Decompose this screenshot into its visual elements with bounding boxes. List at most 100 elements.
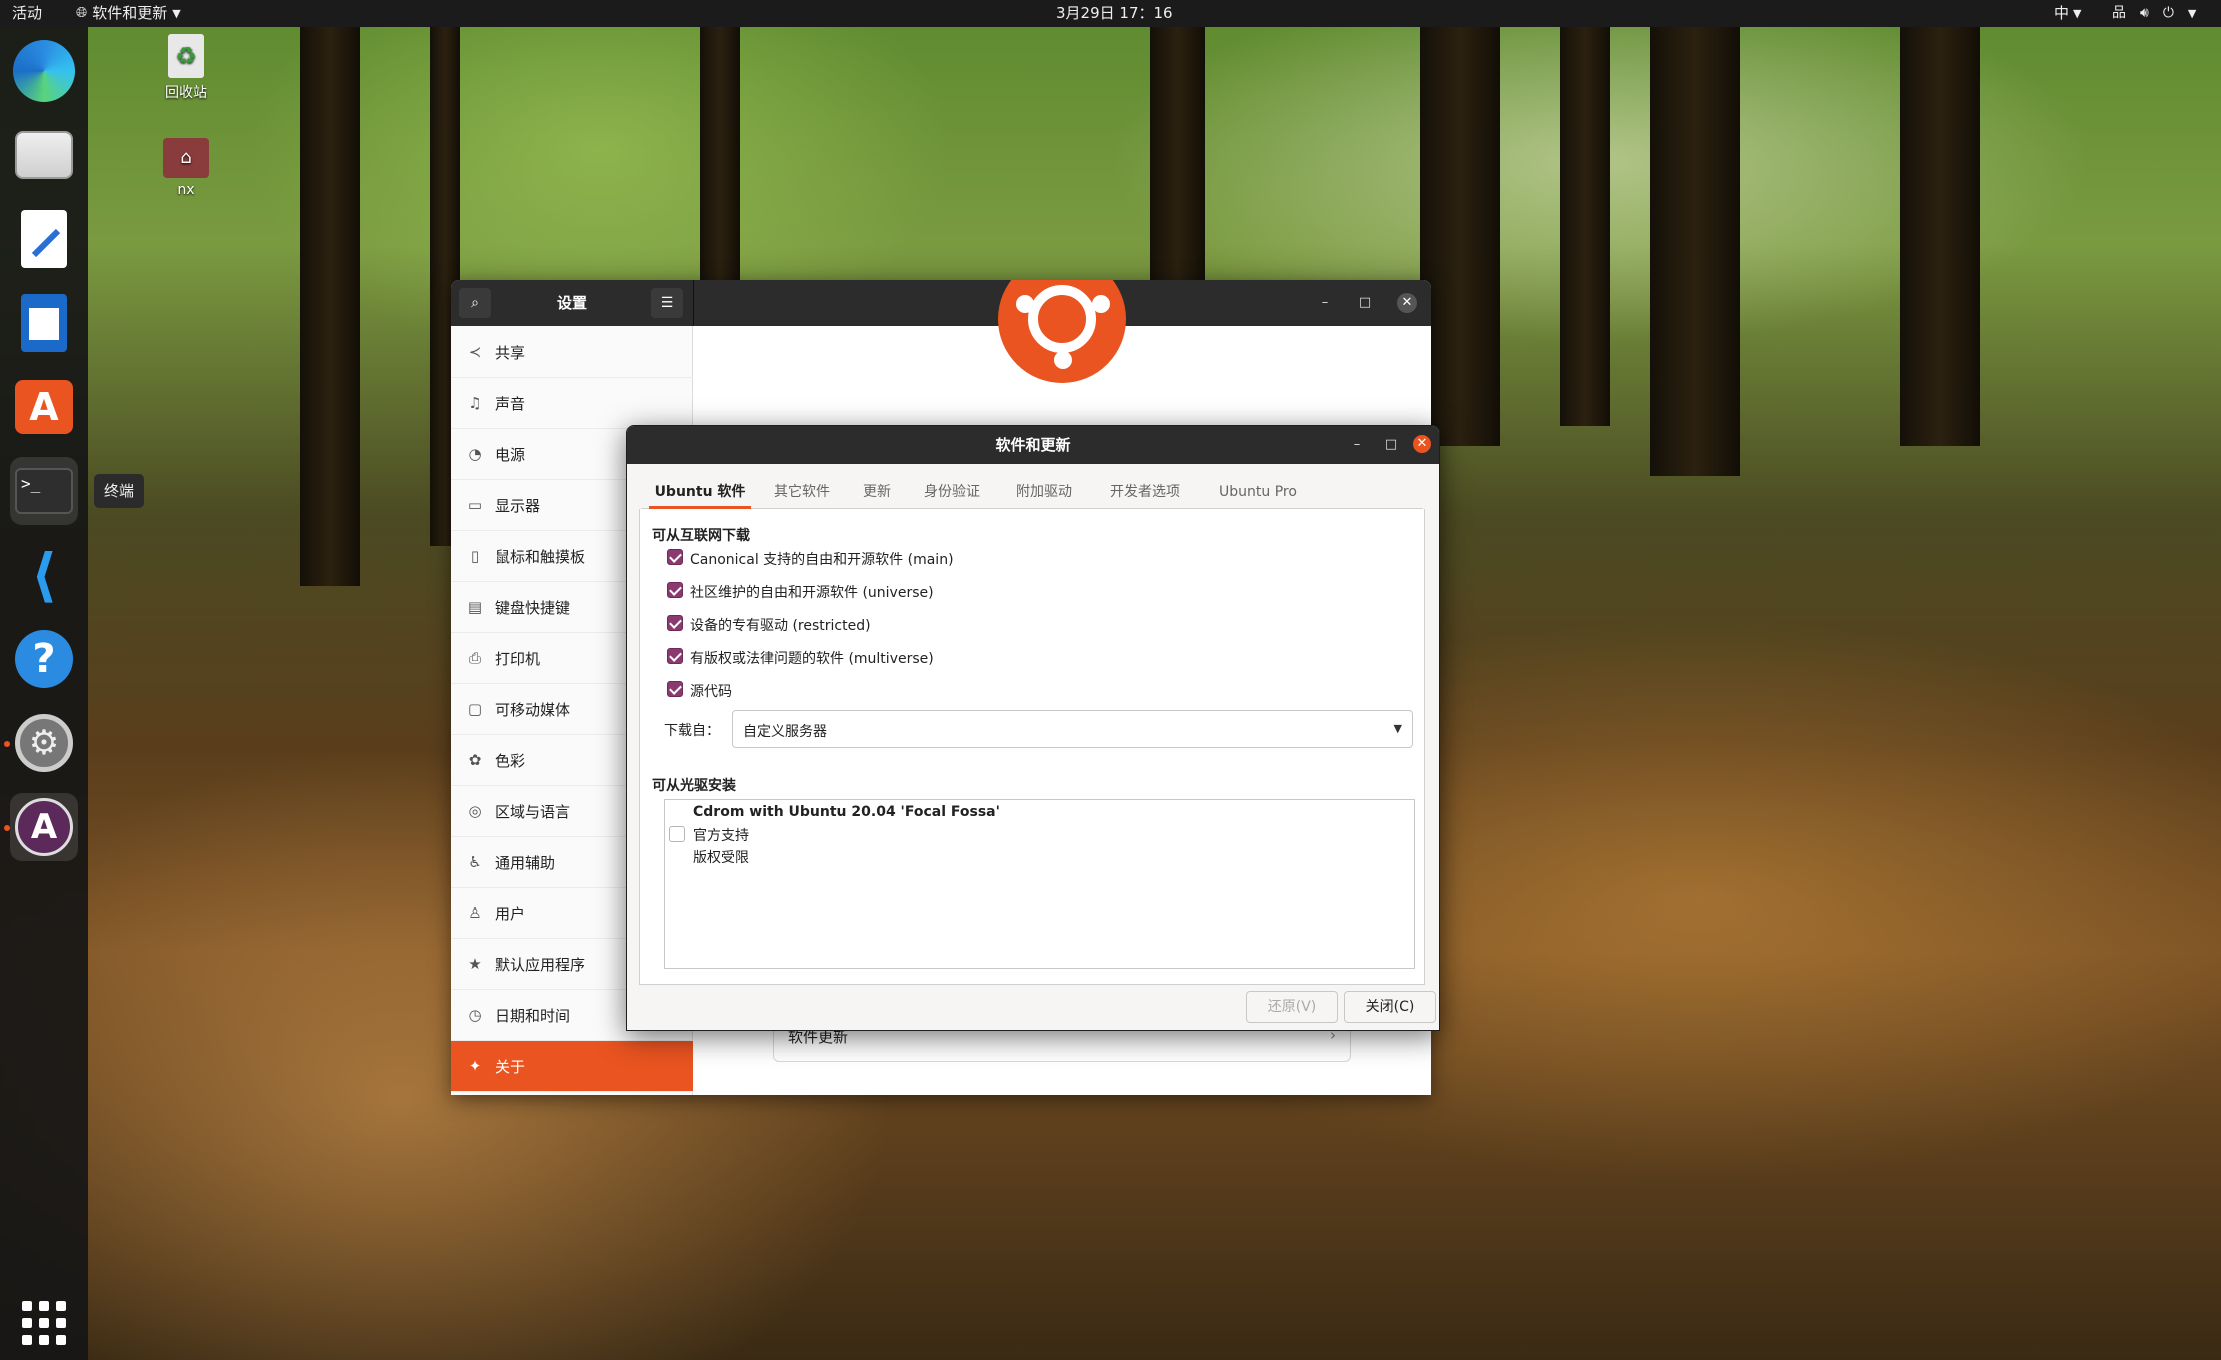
power-icon: ◔ xyxy=(468,445,482,463)
volume-icon: 🔊︎ xyxy=(2140,5,2149,21)
files-icon[interactable] xyxy=(10,121,78,189)
clock-icon: ◷ xyxy=(468,1006,482,1024)
app-menu[interactable]: 🌐︎ 软件和更新 ▼ xyxy=(76,0,181,27)
caret-down-icon: ▼ xyxy=(2187,7,2197,20)
trash-icon: ♻ xyxy=(168,34,204,78)
help-icon[interactable]: ? xyxy=(10,625,78,693)
sidebar-item-0[interactable]: ≺ 共享 xyxy=(451,327,693,378)
maximize-button[interactable]: □ xyxy=(1355,293,1375,313)
sidebar-item-14[interactable]: ✦ 关于 xyxy=(451,1041,693,1092)
vscode-icon[interactable]: ⟨ xyxy=(10,541,78,609)
sidebar-item-label: 声音 xyxy=(495,394,526,413)
sidebar-item-label: 共享 xyxy=(495,343,526,362)
cdrom-section-heading: 可从光驱安装 xyxy=(652,778,736,794)
sidebar-item-label: 可移动媒体 xyxy=(495,700,571,719)
power-icon: ⏻ xyxy=(2162,5,2174,21)
minimize-button[interactable]: – xyxy=(1315,293,1335,313)
source-universe-checkbox[interactable] xyxy=(667,582,683,598)
text-editor-icon[interactable] xyxy=(10,205,78,273)
printer-icon: ⎙ xyxy=(468,649,481,667)
top-bar: 活动 🌐︎ 软件和更新 ▼ 3月29日 17：16 中 ▼ 品 🔊︎ ⏻ ▼ xyxy=(0,0,2221,27)
tab-updates[interactable]: 更新 xyxy=(853,476,901,509)
menu-button[interactable]: ☰ xyxy=(651,288,683,318)
search-icon: ⌕ xyxy=(471,295,479,311)
activities-button[interactable]: 活动 xyxy=(12,0,42,27)
mouse-icon: ▯ xyxy=(470,547,480,565)
tab-ubuntu-software[interactable]: Ubuntu 软件 xyxy=(649,476,751,509)
software-store-icon[interactable]: A xyxy=(10,373,78,441)
user-icon: ♙ xyxy=(468,904,482,922)
dock: A >_ ⟨ ? ⚙ A xyxy=(0,27,88,1360)
source-multiverse-checkbox[interactable] xyxy=(667,648,683,664)
input-method-indicator[interactable]: 中 ▼ xyxy=(2054,0,2081,27)
sidebar-item-label: 电源 xyxy=(495,445,526,464)
cdrom-checkbox[interactable] xyxy=(669,826,685,842)
sidebar-item-label: 默认应用程序 xyxy=(495,955,586,974)
dialog-maximize-button[interactable]: □ xyxy=(1381,435,1401,455)
system-menu[interactable]: 品 🔊︎ ⏻ ▼ xyxy=(2112,0,2196,27)
dialog-minimize-button[interactable]: – xyxy=(1347,435,1367,455)
share-icon: ≺ xyxy=(468,343,482,361)
terminal-icon[interactable]: >_ xyxy=(10,457,78,525)
tab-bar: Ubuntu 软件 其它软件 更新 身份验证 附加驱动 开发者选项 Ubuntu… xyxy=(641,476,1423,509)
sidebar-item-1[interactable]: ♫ 声音 xyxy=(451,378,693,429)
sidebar-item-label: 通用辅助 xyxy=(495,853,556,872)
globe-icon: ◎ xyxy=(468,802,482,820)
keyboard-icon: ▤ xyxy=(467,598,483,616)
star-icon: ★ xyxy=(468,955,482,973)
ubuntu-software-panel: 可从互联网下载 Canonical 支持的自由和开源软件 (main) 社区维护… xyxy=(639,509,1425,985)
usb-icon: ▢ xyxy=(467,700,483,718)
tab-authentication[interactable]: 身份验证 xyxy=(911,476,993,509)
sidebar-item-label: 打印机 xyxy=(495,649,541,668)
music-note-icon: ♫ xyxy=(468,394,482,412)
palette-icon: ✿ xyxy=(468,751,482,769)
sparkle-icon: ✦ xyxy=(468,1057,482,1075)
display-icon: ▭ xyxy=(467,496,483,514)
dialog-close-button[interactable]: ✕ xyxy=(1413,435,1431,453)
sidebar-item-label: 显示器 xyxy=(495,496,541,515)
caret-down-icon: ▼ xyxy=(2073,7,2082,20)
tab-additional-drivers[interactable]: 附加驱动 xyxy=(1003,476,1085,509)
close-icon: ✕ xyxy=(1416,436,1428,451)
source-restricted-checkbox[interactable] xyxy=(667,615,683,631)
internet-section-heading: 可从互联网下载 xyxy=(652,528,750,544)
globe-icon: 🌐︎ xyxy=(76,5,88,21)
search-button[interactable]: ⌕ xyxy=(459,288,491,318)
writer-icon[interactable] xyxy=(10,289,78,357)
sidebar-item-label: 鼠标和触摸板 xyxy=(495,547,586,566)
sidebar-item-label: 日期和时间 xyxy=(495,1006,571,1025)
maximize-icon: □ xyxy=(1358,295,1372,310)
dropdown-arrow-icon: ▼ xyxy=(1393,722,1402,735)
maximize-icon: □ xyxy=(1384,437,1398,452)
dock-tooltip: 终端 xyxy=(94,474,145,508)
source-main-checkbox[interactable] xyxy=(667,549,683,565)
software-updates-dialog: 软件和更新 – □ ✕ Ubuntu 软件 其它软件 更新 身份验证 附加驱动 … xyxy=(626,425,1440,1031)
settings-headerbar: ⌕ 设置 ☰ 关于 – □ ✕ xyxy=(451,280,1431,326)
sidebar-item-label: 用户 xyxy=(495,904,526,923)
settings-title: 设置 xyxy=(556,294,587,312)
source-code-checkbox[interactable] xyxy=(667,681,683,697)
download-server-select[interactable]: 自定义服务器 ▼ xyxy=(732,710,1413,748)
cdrom-list: Cdrom with Ubuntu 20.04 'Focal Fossa' 官方… xyxy=(664,799,1415,969)
clock[interactable]: 3月29日 17：16 xyxy=(1056,0,1173,27)
trash-desktop-icon[interactable]: ♻ 回收站 xyxy=(141,34,231,102)
minimize-icon: – xyxy=(1353,437,1361,452)
close-button[interactable]: ✕ xyxy=(1397,293,1417,313)
close-dialog-button[interactable]: 关闭(C) xyxy=(1344,991,1436,1023)
dialog-title: 软件和更新 xyxy=(995,436,1071,454)
minimize-icon: – xyxy=(1321,295,1329,310)
revert-button[interactable]: 还原(V) xyxy=(1246,991,1338,1023)
settings-app-icon[interactable]: ⚙ xyxy=(10,709,78,777)
sidebar-item-label: 色彩 xyxy=(495,751,526,770)
edge-browser-icon[interactable] xyxy=(10,37,78,105)
tab-ubuntu-pro[interactable]: Ubuntu Pro xyxy=(1205,476,1311,509)
sidebar-item-label: 区域与语言 xyxy=(495,802,571,821)
tab-other-software[interactable]: 其它软件 xyxy=(761,476,843,509)
home-folder-icon: ⌂ xyxy=(163,138,209,178)
sidebar-item-label: 键盘快捷键 xyxy=(495,598,571,617)
software-updater-icon[interactable]: A xyxy=(10,793,78,861)
tab-developer-options[interactable]: 开发者选项 xyxy=(1095,476,1195,509)
home-desktop-icon[interactable]: ⌂ nx xyxy=(141,138,231,198)
accessibility-icon: ♿ xyxy=(468,853,482,871)
show-apps-icon[interactable] xyxy=(10,1289,78,1357)
